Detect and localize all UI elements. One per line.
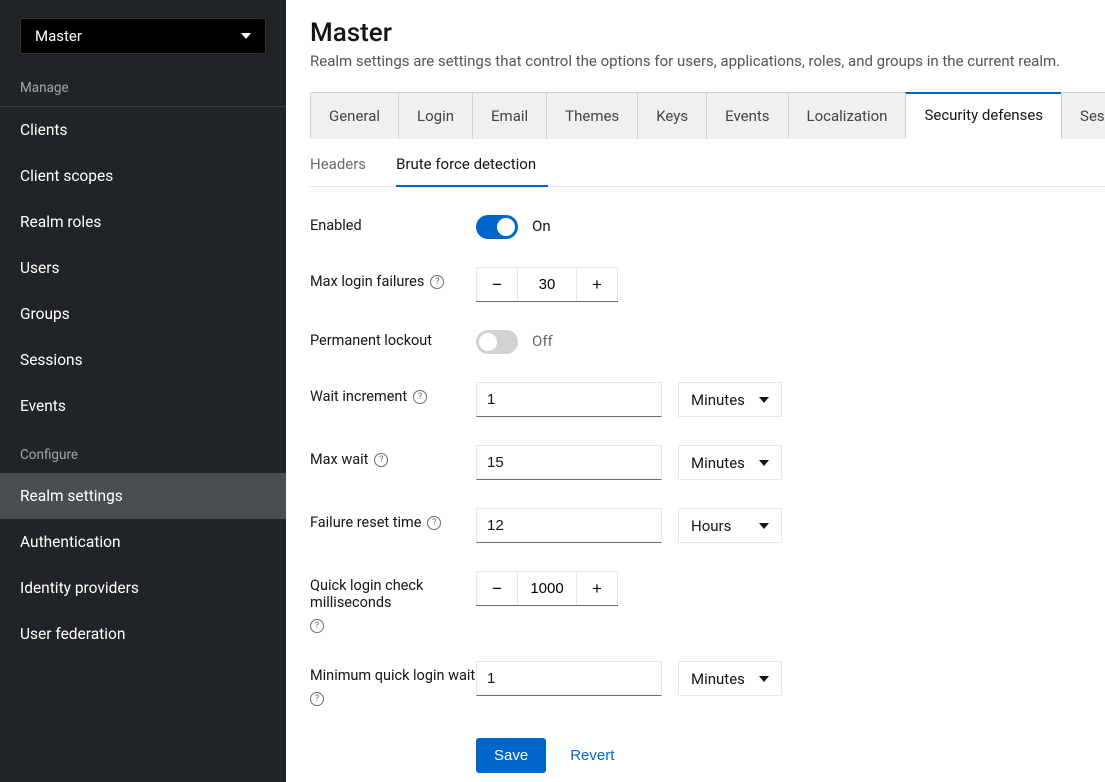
tab-localization[interactable]: Localization xyxy=(788,92,907,139)
stepper-max-login-failures: − + xyxy=(476,267,618,302)
label-failure-reset: Failure reset time ? xyxy=(310,508,476,531)
revert-button[interactable]: Revert xyxy=(570,738,614,773)
subtabs: Headers Brute force detection xyxy=(310,151,1105,187)
sidebar-item-realm-settings[interactable]: Realm settings xyxy=(0,473,286,519)
row-failure-reset: Failure reset time ? Hours xyxy=(310,508,1105,543)
label-quick-login: Quick login check milliseconds ? xyxy=(310,571,476,633)
tab-themes[interactable]: Themes xyxy=(546,92,638,139)
save-button[interactable]: Save xyxy=(476,738,546,773)
sidebar-item-realm-roles[interactable]: Realm roles xyxy=(0,199,286,245)
row-enabled: Enabled On xyxy=(310,215,1105,239)
select-failure-reset-unit[interactable]: Hours xyxy=(678,508,782,543)
sidebar-item-sessions[interactable]: Sessions xyxy=(0,337,286,383)
subtab-brute-force[interactable]: Brute force detection xyxy=(396,151,548,187)
help-icon[interactable]: ? xyxy=(310,619,324,633)
realm-select-wrap: Master xyxy=(0,18,286,62)
realm-selector-value: Master xyxy=(35,27,82,45)
page-description: Realm settings are settings that control… xyxy=(310,52,1105,70)
button-row: Save Revert xyxy=(476,738,1105,773)
label-max-login-failures: Max login failures ? xyxy=(310,267,476,290)
chevron-down-icon xyxy=(759,460,769,466)
sidebar-item-user-federation[interactable]: User federation xyxy=(0,611,286,657)
sidebar-item-groups[interactable]: Groups xyxy=(0,291,286,337)
label-min-quick-login: Minimum quick login wait ? xyxy=(310,661,476,706)
toggle-permanent-lockout-text: Off xyxy=(532,330,553,350)
row-quick-login: Quick login check milliseconds ? − + xyxy=(310,571,1105,633)
stepper-plus-button[interactable]: + xyxy=(576,267,618,301)
select-min-quick-login-unit[interactable]: Minutes xyxy=(678,661,782,696)
row-max-login-failures: Max login failures ? − + xyxy=(310,267,1105,302)
toggle-enabled[interactable] xyxy=(476,215,518,239)
row-wait-increment: Wait increment ? Minutes xyxy=(310,382,1105,417)
tab-keys[interactable]: Keys xyxy=(637,92,707,139)
sidebar-item-events[interactable]: Events xyxy=(0,383,286,429)
label-enabled: Enabled xyxy=(310,215,476,234)
sidebar: Master Manage Clients Client scopes Real… xyxy=(0,0,286,782)
row-max-wait: Max wait ? Minutes xyxy=(310,445,1105,480)
select-wait-increment-unit[interactable]: Minutes xyxy=(678,382,782,417)
input-wait-increment[interactable] xyxy=(476,382,662,417)
chevron-down-icon xyxy=(759,523,769,529)
row-min-quick-login: Minimum quick login wait ? Minutes xyxy=(310,661,1105,706)
realm-selector[interactable]: Master xyxy=(20,18,266,54)
chevron-down-icon xyxy=(759,676,769,682)
stepper-value-input[interactable] xyxy=(518,267,576,301)
sidebar-item-clients[interactable]: Clients xyxy=(0,107,286,153)
sidebar-item-authentication[interactable]: Authentication xyxy=(0,519,286,565)
tabs: General Login Email Themes Keys Events L… xyxy=(310,92,1105,139)
label-wait-increment: Wait increment ? xyxy=(310,382,476,405)
chevron-down-icon xyxy=(241,33,251,39)
tab-login[interactable]: Login xyxy=(398,92,473,139)
tab-security-defenses[interactable]: Security defenses xyxy=(905,92,1062,139)
brute-force-form: Enabled On Max login failures ? − + Perm… xyxy=(310,187,1105,773)
tab-events[interactable]: Events xyxy=(706,92,788,139)
input-min-quick-login[interactable] xyxy=(476,661,662,696)
stepper-quick-login: − + xyxy=(476,571,618,606)
stepper-minus-button[interactable]: − xyxy=(476,571,518,605)
label-max-wait: Max wait ? xyxy=(310,445,476,468)
stepper-value-input[interactable] xyxy=(518,571,576,605)
sidebar-section-manage: Manage xyxy=(0,62,286,107)
select-max-wait-unit[interactable]: Minutes xyxy=(678,445,782,480)
page-title: Master xyxy=(310,18,1105,48)
chevron-down-icon xyxy=(759,397,769,403)
stepper-minus-button[interactable]: − xyxy=(476,267,518,301)
main-content: Master Realm settings are settings that … xyxy=(286,0,1105,782)
help-icon[interactable]: ? xyxy=(310,692,324,706)
toggle-enabled-text: On xyxy=(532,215,551,235)
tab-general[interactable]: General xyxy=(310,92,399,139)
toggle-knob xyxy=(497,218,515,236)
label-permanent-lockout: Permanent lockout xyxy=(310,330,476,349)
subtab-headers[interactable]: Headers xyxy=(310,151,378,186)
sidebar-item-client-scopes[interactable]: Client scopes xyxy=(0,153,286,199)
input-max-wait[interactable] xyxy=(476,445,662,480)
help-icon[interactable]: ? xyxy=(374,453,388,467)
help-icon[interactable]: ? xyxy=(430,275,444,289)
stepper-plus-button[interactable]: + xyxy=(576,571,618,605)
help-icon[interactable]: ? xyxy=(427,516,441,530)
input-failure-reset[interactable] xyxy=(476,508,662,543)
toggle-knob xyxy=(479,333,497,351)
toggle-permanent-lockout[interactable] xyxy=(476,330,518,354)
help-icon[interactable]: ? xyxy=(413,390,427,404)
sidebar-section-configure: Configure xyxy=(0,429,286,473)
tab-email[interactable]: Email xyxy=(472,92,547,139)
row-permanent-lockout: Permanent lockout Off xyxy=(310,330,1105,354)
tab-sessions-overflow[interactable]: Sess xyxy=(1061,92,1105,139)
sidebar-item-identity-providers[interactable]: Identity providers xyxy=(0,565,286,611)
sidebar-item-users[interactable]: Users xyxy=(0,245,286,291)
